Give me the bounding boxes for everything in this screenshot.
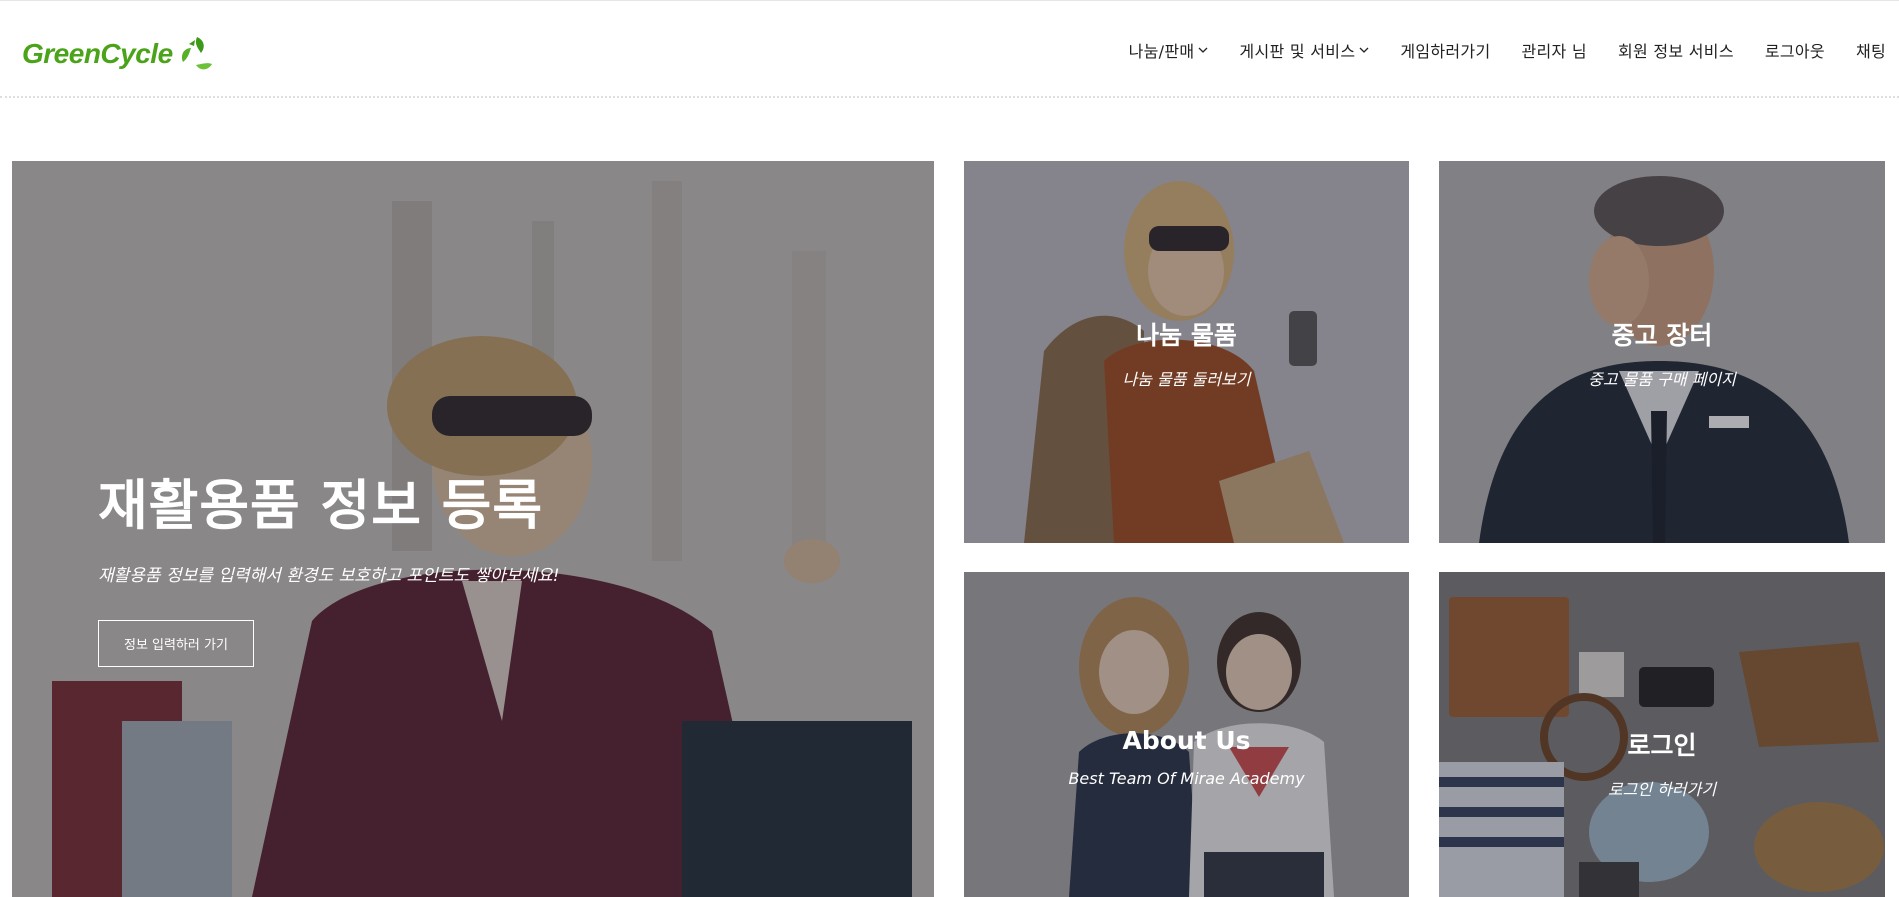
nav-label: 로그아웃 bbox=[1764, 42, 1825, 61]
tile-subtitle: 나눔 물품 둘러보기 bbox=[1122, 370, 1251, 389]
main-nav: 나눔/판매 게시판 및 서비스 게임하러가기 관리자 님 회원 정보 서비스 로… bbox=[1098, 38, 1886, 62]
hero-cta-button[interactable]: 정보 입력하러 가기 bbox=[98, 620, 254, 667]
tile-caption: 중고 장터 중고 물품 구매 페이지 bbox=[1439, 316, 1885, 390]
tile-title: 로그인 bbox=[1627, 731, 1697, 760]
nav-share-sale[interactable]: 나눔/판매 bbox=[1129, 38, 1209, 62]
nav-game[interactable]: 게임하러가기 bbox=[1400, 38, 1490, 62]
nav-label: 게임하러가기 bbox=[1400, 42, 1491, 61]
nav-label: 게시판 및 서비스 bbox=[1239, 42, 1356, 61]
nav-admin[interactable]: 관리자 님 bbox=[1521, 38, 1586, 62]
hero-title: 재활용품 정보 등록 bbox=[98, 474, 544, 537]
hero-banner: 재활용품 정보 등록 재활용품 정보를 입력해서 환경도 보호하고 포인트도 쌓… bbox=[12, 161, 934, 897]
tile-about-us[interactable]: About Us Best Team Of Mirae Academy bbox=[964, 572, 1409, 897]
site-header: GreenCycle 나눔/판매 게시판 및 서비스 게임하러가기 관리자 님 … bbox=[0, 0, 1899, 98]
tile-title: About Us bbox=[1122, 726, 1251, 755]
nav-board-services[interactable]: 게시판 및 서비스 bbox=[1239, 38, 1369, 62]
chevron-down-icon bbox=[1198, 47, 1208, 53]
tile-subtitle: 로그인 하러가기 bbox=[1607, 780, 1717, 799]
tile-subtitle: 중고 물품 구매 페이지 bbox=[1588, 370, 1736, 389]
nav-label: 채팅 bbox=[1855, 42, 1886, 61]
logo-text: GreenCycle bbox=[22, 38, 173, 69]
recycle-leaf-icon bbox=[181, 37, 212, 70]
chevron-down-icon bbox=[1359, 47, 1369, 53]
tile-used-market[interactable]: 중고 장터 중고 물품 구매 페이지 bbox=[1439, 161, 1885, 543]
nav-member-info[interactable]: 회원 정보 서비스 bbox=[1618, 38, 1734, 62]
tile-title: 나눔 물품 bbox=[1136, 321, 1237, 350]
nav-label: 회원 정보 서비스 bbox=[1617, 42, 1734, 61]
tile-caption: 로그인 로그인 하러가기 bbox=[1439, 726, 1885, 800]
tile-caption: About Us Best Team Of Mirae Academy bbox=[964, 726, 1409, 788]
tile-login[interactable]: 로그인 로그인 하러가기 bbox=[1439, 572, 1885, 897]
hero-content: 재활용품 정보 등록 재활용품 정보를 입력해서 환경도 보호하고 포인트도 쌓… bbox=[98, 479, 560, 667]
tile-caption: 나눔 물품 나눔 물품 둘러보기 bbox=[964, 316, 1409, 390]
logo[interactable]: GreenCycle bbox=[22, 34, 217, 74]
hero-subtitle: 재활용품 정보를 입력해서 환경도 보호하고 포인트도 쌓아보세요! bbox=[98, 566, 560, 586]
tile-title: 중고 장터 bbox=[1611, 321, 1713, 350]
tile-share-items[interactable]: 나눔 물품 나눔 물품 둘러보기 bbox=[964, 161, 1409, 543]
nav-chat[interactable]: 채팅 bbox=[1856, 38, 1886, 62]
nav-label: 관리자 님 bbox=[1521, 42, 1587, 61]
tile-subtitle: Best Team Of Mirae Academy bbox=[1068, 769, 1305, 788]
nav-logout[interactable]: 로그아웃 bbox=[1765, 38, 1825, 62]
nav-label: 나눔/판매 bbox=[1128, 42, 1195, 61]
